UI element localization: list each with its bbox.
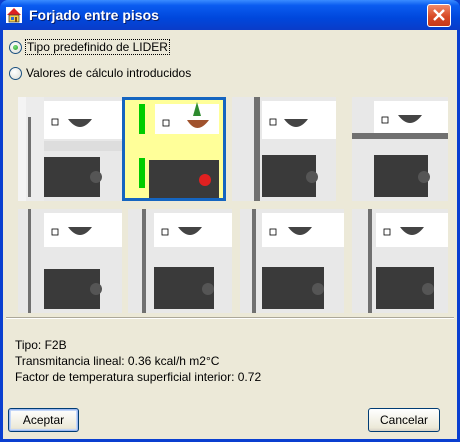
radio-custom-label[interactable]: Valores de cálculo introducidos bbox=[26, 66, 191, 80]
title-bar[interactable]: Forjado entre pisos bbox=[0, 0, 460, 30]
dialog-client-area: Tipo predefinido de LIDER Valores de cál… bbox=[3, 30, 457, 439]
window-title: Forjado entre pisos bbox=[29, 7, 159, 23]
cancel-button[interactable]: Cancelar bbox=[368, 408, 440, 432]
thumbnail-4[interactable] bbox=[18, 209, 122, 313]
accept-button[interactable]: Aceptar bbox=[8, 408, 79, 432]
info-factor: Factor de temperatura superficial interi… bbox=[15, 370, 262, 384]
thumbnail-2[interactable] bbox=[232, 97, 336, 201]
info-tipo: Tipo: F2B bbox=[15, 338, 67, 352]
thumbnail-1-selected[interactable] bbox=[122, 97, 226, 201]
radio-predefined-label[interactable]: Tipo predefinido de LIDER bbox=[25, 39, 170, 55]
thumbnail-6[interactable] bbox=[240, 209, 344, 313]
close-button[interactable] bbox=[427, 4, 451, 27]
close-icon bbox=[433, 9, 445, 21]
radio-predefined-row[interactable]: Tipo predefinido de LIDER bbox=[9, 39, 170, 55]
radio-custom[interactable] bbox=[9, 66, 22, 80]
radio-custom-row[interactable]: Valores de cálculo introducidos bbox=[9, 66, 191, 80]
thumbnail-grid bbox=[18, 97, 448, 343]
thumbnail-0[interactable] bbox=[18, 97, 122, 201]
dialog-window: Forjado entre pisos Tipo predefinido de … bbox=[0, 0, 460, 442]
house-app-icon bbox=[6, 7, 22, 23]
info-transmitancia: Transmitancia lineal: 0.36 kcal/h m2°C bbox=[15, 354, 220, 368]
thumbnail-3[interactable] bbox=[352, 97, 456, 201]
separator bbox=[6, 317, 454, 319]
radio-predefined[interactable] bbox=[9, 40, 22, 54]
thumbnail-5[interactable] bbox=[128, 209, 232, 313]
thumbnail-7[interactable] bbox=[352, 209, 456, 313]
